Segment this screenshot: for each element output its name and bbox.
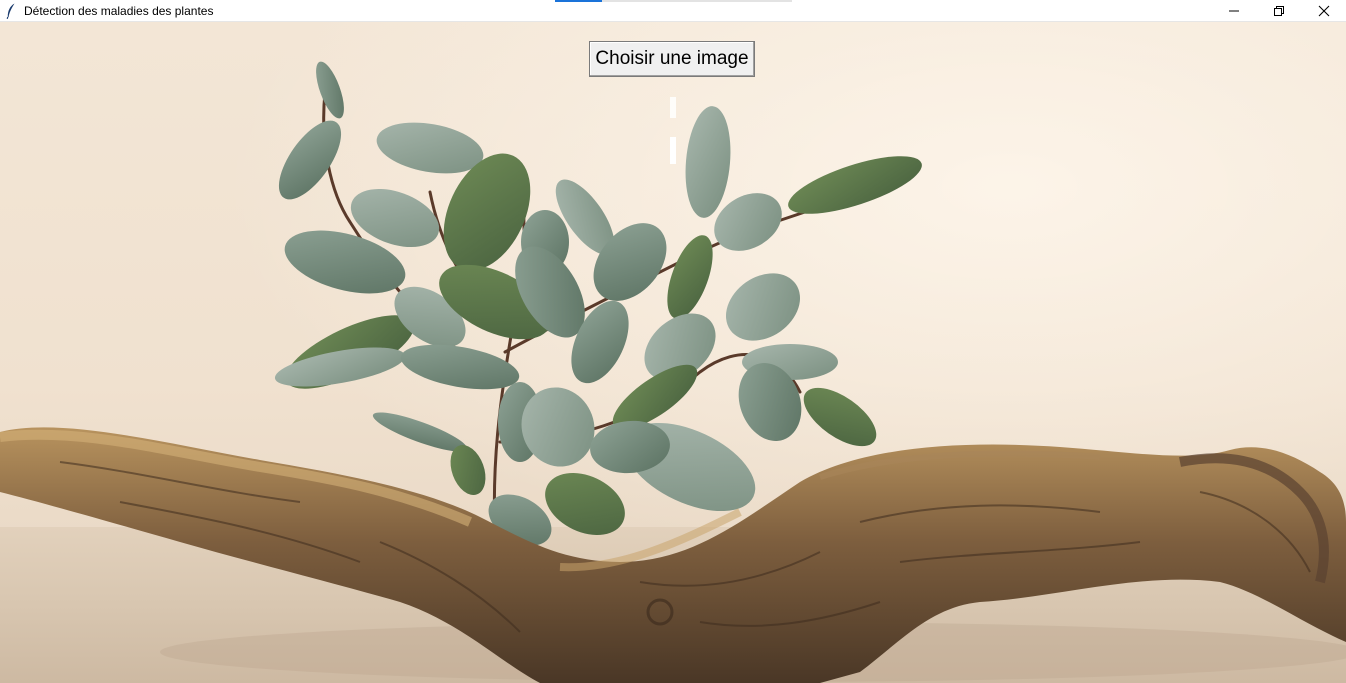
choose-image-button[interactable]: Choisir une image <box>589 41 755 77</box>
result-label-primary <box>670 97 676 118</box>
main-canvas: Choisir une image <box>0 22 1346 683</box>
minimize-icon <box>1228 10 1239 12</box>
title-bar[interactable]: Détection des maladies des plantes <box>0 0 1346 22</box>
background-image <box>0 61 1346 683</box>
result-label-secondary <box>670 137 676 164</box>
close-button[interactable] <box>1301 0 1346 22</box>
close-icon <box>1318 5 1329 17</box>
app-window: Détection des maladies des plantes Chois… <box>0 0 1346 683</box>
taskbar-progress-indicator <box>555 0 602 2</box>
minimize-button[interactable] <box>1211 0 1256 22</box>
feather-icon <box>4 3 18 19</box>
restore-icon <box>1273 6 1284 16</box>
window-controls <box>1211 0 1346 22</box>
restore-button[interactable] <box>1256 0 1301 22</box>
window-title: Détection des maladies des plantes <box>24 3 214 18</box>
